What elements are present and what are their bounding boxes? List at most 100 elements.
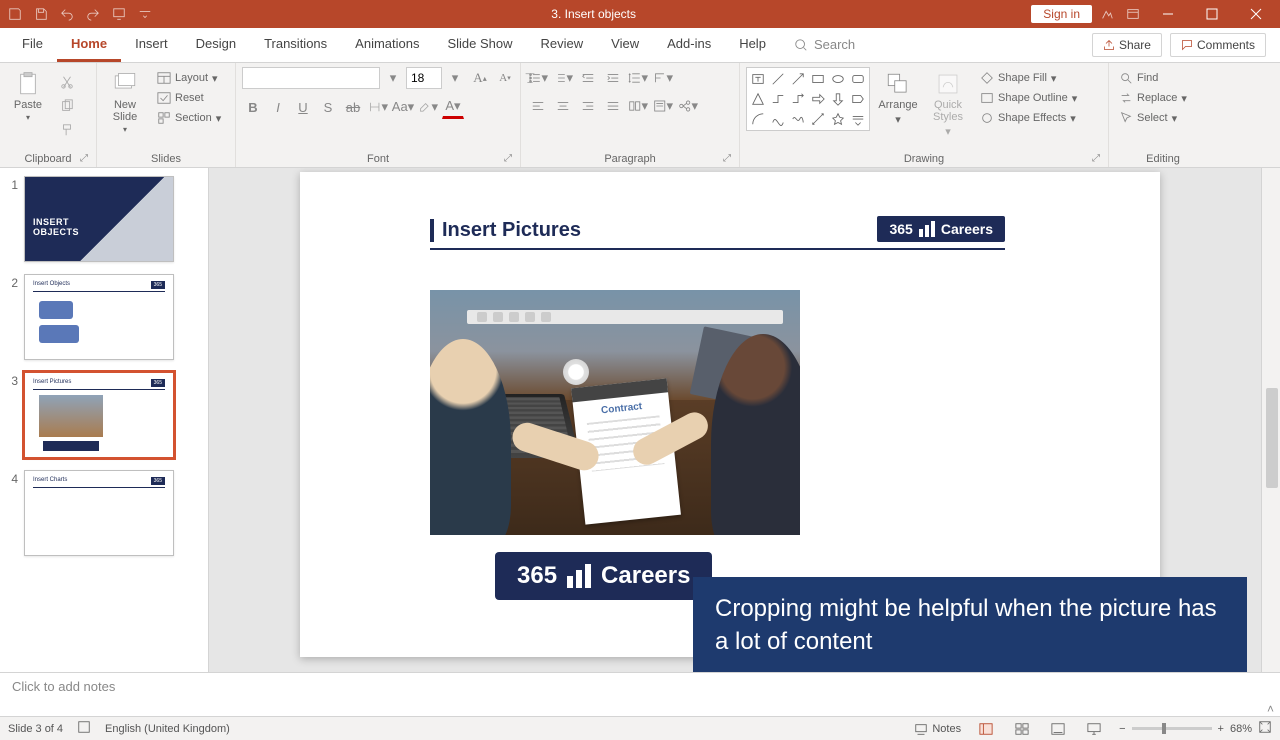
zoom-slider[interactable] [1132, 727, 1212, 730]
cut-button[interactable] [56, 71, 78, 93]
font-size-dropdown[interactable]: ▾ [444, 67, 466, 89]
select-button[interactable]: Select ▾ [1115, 109, 1191, 127]
shape-line-arrow-icon[interactable] [789, 70, 807, 88]
coming-soon-icon[interactable] [1096, 3, 1118, 25]
decrease-indent-button[interactable] [577, 67, 599, 89]
spell-check-icon[interactable] [77, 720, 91, 737]
slide-thumbnails-panel[interactable]: 1 INSERT OBJECTS 2 Insert Objects365 3 I… [0, 168, 209, 672]
char-spacing-button[interactable]: ▾ [367, 96, 389, 118]
shapes-gallery[interactable] [746, 67, 870, 131]
fit-to-window-button[interactable] [1258, 720, 1272, 737]
format-painter-button[interactable] [56, 119, 78, 141]
shape-curve-icon[interactable] [769, 110, 787, 128]
shape-pentagon-icon[interactable] [849, 90, 867, 108]
tab-design[interactable]: Design [182, 28, 250, 62]
shape-arrow-right-icon[interactable] [809, 90, 827, 108]
highlight-button[interactable]: ▾ [417, 96, 439, 118]
shape-outline-button[interactable]: Shape Outline ▾ [976, 89, 1081, 107]
italic-button[interactable]: I [267, 96, 289, 118]
zoom-level[interactable]: 68% [1230, 723, 1252, 735]
close-button[interactable] [1236, 0, 1276, 28]
shape-rounded-rect-icon[interactable] [849, 70, 867, 88]
notes-toggle[interactable]: Notes [914, 722, 961, 736]
tab-file[interactable]: File [8, 28, 57, 62]
vertical-scrollbar[interactable] [1261, 168, 1280, 672]
text-direction-button[interactable]: ▾ [652, 67, 674, 89]
font-size-input[interactable] [406, 67, 442, 89]
slideshow-view-button[interactable] [1083, 720, 1105, 738]
justify-button[interactable] [602, 95, 624, 117]
qat-more-icon[interactable] [134, 3, 156, 25]
zoom-out-button[interactable]: − [1119, 723, 1125, 735]
tab-help[interactable]: Help [725, 28, 780, 62]
find-button[interactable]: Find [1115, 69, 1191, 87]
shape-elbow-arrow-icon[interactable] [789, 90, 807, 108]
slide-thumb-2[interactable]: Insert Objects365 [24, 274, 174, 360]
font-color-button[interactable]: A▾ [442, 95, 464, 119]
undo-icon[interactable] [56, 3, 78, 25]
redo-icon[interactable] [82, 3, 104, 25]
tab-slideshow[interactable]: Slide Show [433, 28, 526, 62]
shape-arc-icon[interactable] [749, 110, 767, 128]
clipboard-dialog-launcher[interactable]: ⤢ [80, 153, 88, 164]
slide-thumb-1[interactable]: INSERT OBJECTS [24, 176, 174, 262]
columns-button[interactable]: ▾ [627, 95, 649, 117]
start-from-beginning-icon[interactable] [108, 3, 130, 25]
shape-oval-icon[interactable] [829, 70, 847, 88]
share-button[interactable]: Share [1092, 33, 1162, 57]
shape-textbox-icon[interactable] [749, 70, 767, 88]
shape-star-icon[interactable] [829, 110, 847, 128]
font-dialog-launcher[interactable]: ⤢ [504, 153, 512, 164]
increase-indent-button[interactable] [602, 67, 624, 89]
shape-arrow-down-icon[interactable] [829, 90, 847, 108]
normal-view-button[interactable] [975, 720, 997, 738]
status-language[interactable]: English (United Kingdom) [105, 723, 230, 735]
underline-button[interactable]: U [292, 96, 314, 118]
tab-review[interactable]: Review [527, 28, 598, 62]
zoom-in-button[interactable]: + [1218, 723, 1224, 735]
collapse-ribbon-button[interactable]: ˄ [1267, 702, 1274, 716]
ribbon-display-icon[interactable] [1122, 3, 1144, 25]
paragraph-dialog-launcher[interactable]: ⤢ [723, 153, 731, 164]
paste-button[interactable]: Paste ▾ [6, 67, 50, 122]
line-spacing-button[interactable]: ▾ [627, 67, 649, 89]
tab-home[interactable]: Home [57, 28, 121, 62]
shapes-more-icon[interactable] [849, 110, 867, 128]
slide-thumb-3[interactable]: Insert Pictures365 [24, 372, 174, 458]
tab-insert[interactable]: Insert [121, 28, 182, 62]
shape-freeform-icon[interactable] [789, 110, 807, 128]
numbering-button[interactable]: ▾ [552, 67, 574, 89]
strikethrough-button[interactable]: ab [342, 96, 364, 118]
autosave-icon[interactable] [4, 3, 26, 25]
align-text-button[interactable]: ▾ [652, 95, 674, 117]
bold-button[interactable]: B [242, 96, 264, 118]
sign-in-button[interactable]: Sign in [1031, 5, 1092, 23]
replace-button[interactable]: Replace ▾ [1115, 89, 1191, 107]
shape-fill-button[interactable]: Shape Fill ▾ [976, 69, 1081, 87]
inserted-picture[interactable] [430, 290, 800, 535]
slide-canvas-area[interactable]: Insert Pictures 365 Careers [209, 168, 1261, 672]
slide-sorter-button[interactable] [1011, 720, 1033, 738]
scrollbar-thumb[interactable] [1266, 388, 1278, 488]
align-center-button[interactable] [552, 95, 574, 117]
increase-font-button[interactable]: A▴ [469, 67, 491, 89]
tab-view[interactable]: View [597, 28, 653, 62]
reset-button[interactable]: Reset [153, 89, 225, 107]
notes-pane[interactable]: Click to add notes [0, 672, 1280, 716]
tell-me-search[interactable]: Search [780, 28, 869, 62]
shadow-button[interactable]: S [317, 96, 339, 118]
drawing-dialog-launcher[interactable]: ⤢ [1092, 153, 1100, 164]
shape-line-icon[interactable] [769, 70, 787, 88]
tab-animations[interactable]: Animations [341, 28, 433, 62]
shape-rectangle-icon[interactable] [809, 70, 827, 88]
minimize-button[interactable] [1148, 0, 1188, 28]
maximize-button[interactable] [1192, 0, 1232, 28]
smartart-button[interactable]: ▾ [677, 95, 699, 117]
bullets-button[interactable]: ▾ [527, 67, 549, 89]
change-case-button[interactable]: Aa▾ [392, 96, 414, 118]
arrange-button[interactable]: Arrange▾ [876, 67, 920, 126]
shape-effects-button[interactable]: Shape Effects ▾ [976, 109, 1081, 127]
reading-view-button[interactable] [1047, 720, 1069, 738]
section-button[interactable]: Section ▾ [153, 109, 225, 127]
layout-button[interactable]: Layout ▾ [153, 69, 225, 87]
